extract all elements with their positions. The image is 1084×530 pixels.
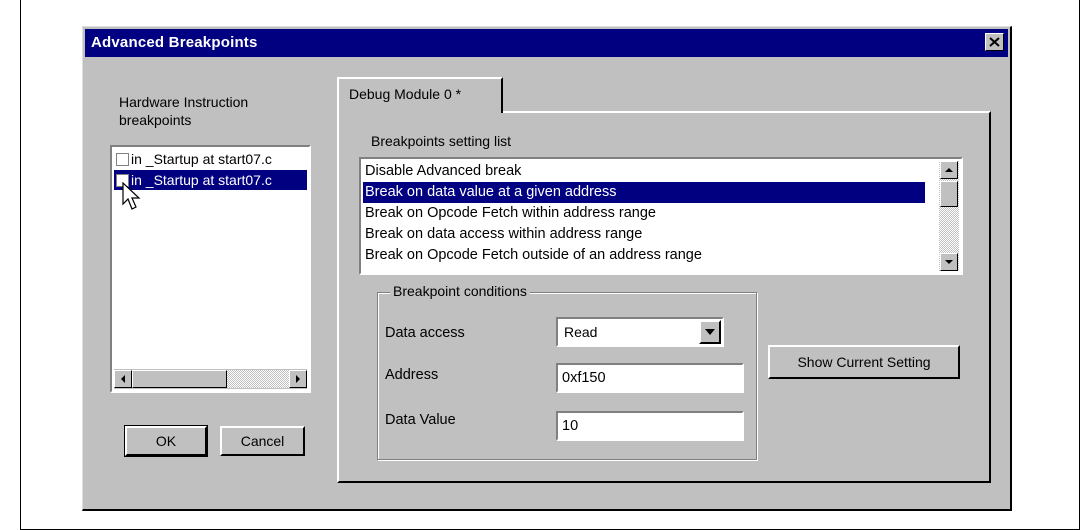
data-access-label: Data access [385,325,465,341]
breakpoint-checkbox[interactable] [116,152,129,166]
data-value-label: Data Value [385,412,456,428]
list-item[interactable]: Break on data value at a given address [363,182,925,203]
group-title: Breakpoint conditions [390,283,530,299]
mouse-pointer-icon [122,182,141,210]
chevron-down-icon [705,329,715,335]
arrow-down-icon [945,260,953,264]
arrow-right-icon [296,375,300,383]
horizontal-scrollbar[interactable] [114,369,307,389]
list-item[interactable]: Break on Opcode Fetch within address ran… [363,203,925,224]
scroll-thumb[interactable] [940,181,958,207]
scroll-up-button[interactable] [940,161,958,179]
close-icon [989,37,1000,47]
data-access-dropdown[interactable]: Read [556,317,724,347]
hardware-breakpoints-list[interactable]: in _Startup at start07.c in _Startup at … [110,145,311,393]
arrow-left-icon [121,375,125,383]
breakpoints-setting-list-label: Breakpoints setting list [371,133,512,149]
scroll-thumb[interactable] [132,370,227,388]
address-input[interactable]: 0xf150 [556,363,744,393]
close-button[interactable] [985,33,1004,51]
breakpoints-setting-list[interactable]: Disable Advanced break Break on data val… [359,157,963,275]
address-label: Address [385,367,439,383]
tab-debug-module-0[interactable]: Debug Module 0 * [337,77,503,113]
data-value-input[interactable]: 10 [556,411,744,441]
advanced-breakpoints-dialog: Advanced Breakpoints Hardware Instructio… [82,26,1012,511]
list-item[interactable]: Break on Opcode Fetch outside of an addr… [363,245,925,266]
tab-label: Debug Module 0 * [349,86,462,102]
cancel-button[interactable]: Cancel [220,426,305,456]
scroll-track[interactable] [227,370,289,388]
list-item[interactable]: Break on data access within address rang… [363,224,925,245]
ok-button[interactable]: OK [124,425,208,457]
dropdown-button[interactable] [699,320,721,344]
arrow-up-icon [945,168,953,172]
data-access-value: Read [564,324,598,340]
scroll-left-button[interactable] [114,370,132,388]
vertical-scrollbar[interactable] [939,161,959,271]
scroll-right-button[interactable] [289,370,307,388]
list-item-label: in _Startup at start07.c [131,172,272,188]
show-current-setting-button[interactable]: Show Current Setting [768,345,960,379]
title-bar[interactable]: Advanced Breakpoints [85,29,1008,57]
hardware-breakpoints-label: Hardware Instruction breakpoints [119,94,249,128]
window-title: Advanced Breakpoints [91,34,258,51]
show-current-setting-label: Show Current Setting [797,354,931,370]
list-item[interactable]: Disable Advanced break [363,161,925,182]
scroll-down-button[interactable] [940,253,958,271]
list-item-label: in _Startup at start07.c [131,151,272,167]
list-item[interactable]: in _Startup at start07.c [114,149,307,169]
